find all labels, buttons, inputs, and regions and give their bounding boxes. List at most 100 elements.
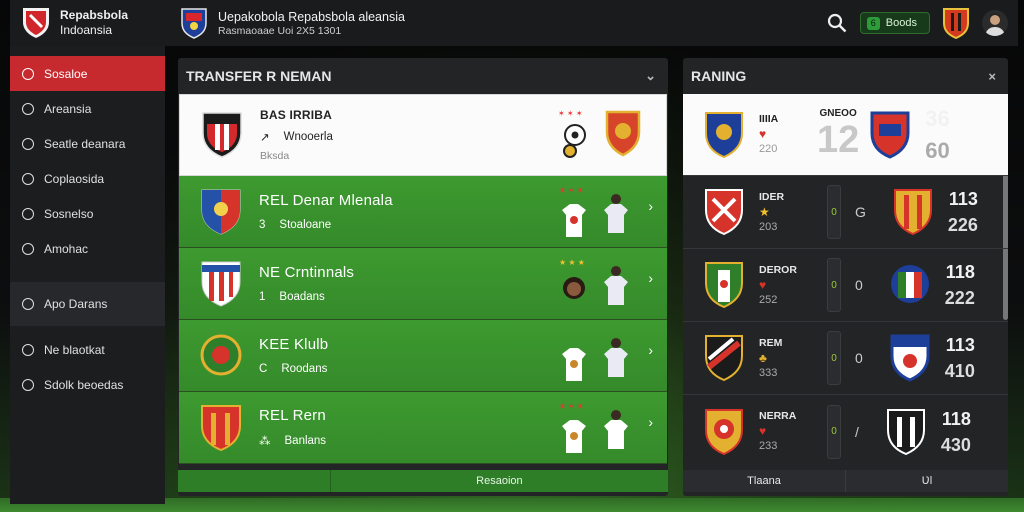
chevron-right-icon[interactable]: › [648, 342, 653, 358]
sidebar-item-label: Areansia [44, 101, 92, 116]
football-icon [563, 124, 586, 158]
ranking-row[interactable]: NERRA ♥ 233 0 / 118 430 [683, 395, 1008, 468]
club-crest-icon [201, 261, 241, 307]
sidebar-item-amohac[interactable]: Amohac [10, 231, 165, 266]
boods-label: Boods [885, 17, 917, 29]
ranking-row[interactable]: REM ♣ 333 0 0 113 410 [683, 322, 1008, 395]
transfer-row[interactable]: NE Crntinnals 1 Boadans ★ ★ ★ › [179, 248, 667, 320]
transfer-club-sub2: Bksda [260, 150, 290, 162]
status-icon: / [855, 423, 859, 440]
sidebar-item-label: Sosnelso [44, 206, 94, 221]
sidebar-item-coplaosida[interactable]: Coplaosida [10, 161, 165, 196]
tsub-icon: 1 [259, 291, 266, 303]
ranking-slot[interactable]: 0 [827, 404, 841, 459]
boods-button[interactable]: 6 Boods [859, 12, 930, 34]
ranking-club-code: IIIIA [759, 113, 779, 125]
circle-icon [22, 207, 34, 220]
sidebar-item-label: Apo Darans [44, 297, 108, 311]
app-subtitle: Rasmaoaae Uoi 2X5 1301 [218, 24, 342, 37]
ranking-row[interactable]: IDER ★ 203 0 G 113 226 [683, 176, 1008, 249]
player-figure-icon [604, 266, 628, 305]
ranking-num-2: 410 [944, 361, 975, 381]
club-crest-icon [705, 111, 743, 158]
circle-icon [22, 137, 34, 150]
ranking-row[interactable]: DEROR ♥ 252 0 0 118 222 [683, 249, 1008, 322]
transfer-footer: Resaoion [178, 470, 668, 492]
ranking-num-2: 430 [940, 434, 971, 455]
sidebar-item-ne-blaotkat[interactable]: Ne blaotkat [10, 332, 165, 367]
sidebar-item-sdolk-beoedas[interactable]: Sdolk beoedas [10, 367, 165, 402]
ranking-num-1: 113 [945, 335, 975, 355]
ranking-value: 233 [759, 440, 778, 452]
pill-icon: 6 [866, 16, 880, 30]
sidebar-item-areansia[interactable]: Areansia [10, 91, 165, 126]
rating-stars-icon: ✶ ✶ ✶ [558, 109, 583, 118]
player-figure-icon [604, 338, 628, 377]
club-crest-icon [200, 334, 242, 375]
sidebar-item-apo-darans[interactable]: Apo Darans [10, 282, 165, 326]
ranking-slot[interactable]: 0 [827, 185, 841, 239]
ranking-slot[interactable]: 0 [827, 258, 841, 312]
transfer-row[interactable]: REL Denar Mlenala 3 Stoaloane ✶ ✶ ✶ › [179, 176, 667, 248]
app-title: Uepakobola Repabsbola aleansia [218, 9, 405, 24]
brand-name-line1: Repabsbola [60, 8, 129, 22]
sidebar-item-label: Sdolk beoedas [44, 377, 124, 392]
search-icon[interactable] [826, 12, 848, 34]
transfer-club-sub: Banlans [284, 435, 327, 447]
ranking-right-label: GNEOO [819, 107, 857, 119]
club-crest-icon [201, 189, 241, 235]
ranking-num-2: 226 [947, 215, 978, 235]
sidebar: Sosaloe Areansia Seatle deanara Coplaosi… [10, 46, 165, 504]
transfer-footer-left[interactable] [178, 470, 331, 492]
sidebar-item-label: Seatle deanara [44, 136, 126, 151]
chevron-right-icon[interactable]: › [648, 198, 653, 214]
ranking-slot[interactable]: 0 [827, 331, 841, 385]
sidebar-item-sosnelso[interactable]: Sosnelso [10, 196, 165, 231]
club-crest-icon [705, 335, 743, 382]
chevron-down-icon[interactable]: ⌄ [645, 68, 656, 84]
circle-icon [22, 67, 34, 80]
chevron-right-icon[interactable]: › [648, 270, 653, 286]
player-portrait-icon [563, 277, 585, 299]
status-icon: 0 [855, 350, 863, 366]
club-crest-icon [181, 8, 207, 39]
ranking-row[interactable]: IIIIA ♥ 220 GNEOO 12 36 60 [683, 94, 1008, 176]
top-bar: Repabsbola Indoansia Uepakobola Repabsbo… [10, 0, 1018, 46]
rating-stars-icon: ★ ★ ★ [559, 258, 585, 267]
club-badge-icon[interactable] [942, 7, 970, 39]
circle-icon [22, 242, 34, 255]
close-icon[interactable]: × [988, 69, 996, 84]
star-icon: ★ [759, 204, 770, 219]
brand-name-line2: Indoansia [60, 23, 113, 37]
tlaana-button[interactable]: Tlaana [683, 470, 846, 492]
ranking-footer: Tlaana Ʋl [683, 470, 1008, 492]
heart-icon: ♥ [759, 424, 767, 438]
sidebar-group: Apo Darans [10, 282, 165, 326]
user-avatar[interactable] [982, 10, 1008, 36]
ranking-value: 333 [759, 366, 778, 379]
transfer-row[interactable]: KEE Klulb C Roodans › [179, 320, 667, 392]
circle-icon [22, 172, 34, 185]
sidebar-item-seatle-deanara[interactable]: Seatle deanara [10, 126, 165, 161]
transfer-club-name: BAS IRRIBA [260, 108, 333, 122]
ranking-club-code: REM [759, 336, 783, 349]
club-icon: ♣ [759, 350, 767, 365]
rating-stars-icon: ✶ ✶ ✶ [559, 402, 584, 411]
brand[interactable]: Repabsbola Indoansia [10, 6, 180, 40]
transfer-row[interactable]: BAS IRRIBA ↗ Wnooerla Bksda ✶ ✶ ✶ [179, 94, 667, 176]
circle-icon [22, 378, 34, 391]
app-header: Uepakobola Repabsbola aleansia Rasmaoaae… [180, 7, 405, 39]
transfer-panel: TRANSFER R NEMAN ⌄ BAS IRRIBA ↗ Wnooerla … [178, 58, 668, 496]
transfer-club-name: REL Denar Mlenala [259, 192, 393, 209]
sidebar-item-label: Amohac [44, 241, 89, 256]
brand-shield-icon [23, 8, 49, 38]
transfer-club-sub: Boadans [279, 291, 325, 303]
chevron-right-icon[interactable]: › [648, 414, 653, 430]
resaoion-button[interactable]: Resaoion [331, 470, 668, 492]
sidebar-item-sosaloe[interactable]: Sosaloe [10, 56, 165, 91]
transfer-row[interactable]: REL Rern ⁂ Banlans ✶ ✶ ✶ › [179, 392, 667, 464]
rating-stars-icon: ✶ ✶ ✶ [559, 186, 584, 195]
ranking-panel: RANING × IIIIA ♥ 220 GNEOO 12 36 60 IDER … [683, 58, 1008, 496]
club-crest-icon [705, 189, 743, 236]
ranking-footer-right-button[interactable]: Ʋl [846, 470, 1008, 492]
